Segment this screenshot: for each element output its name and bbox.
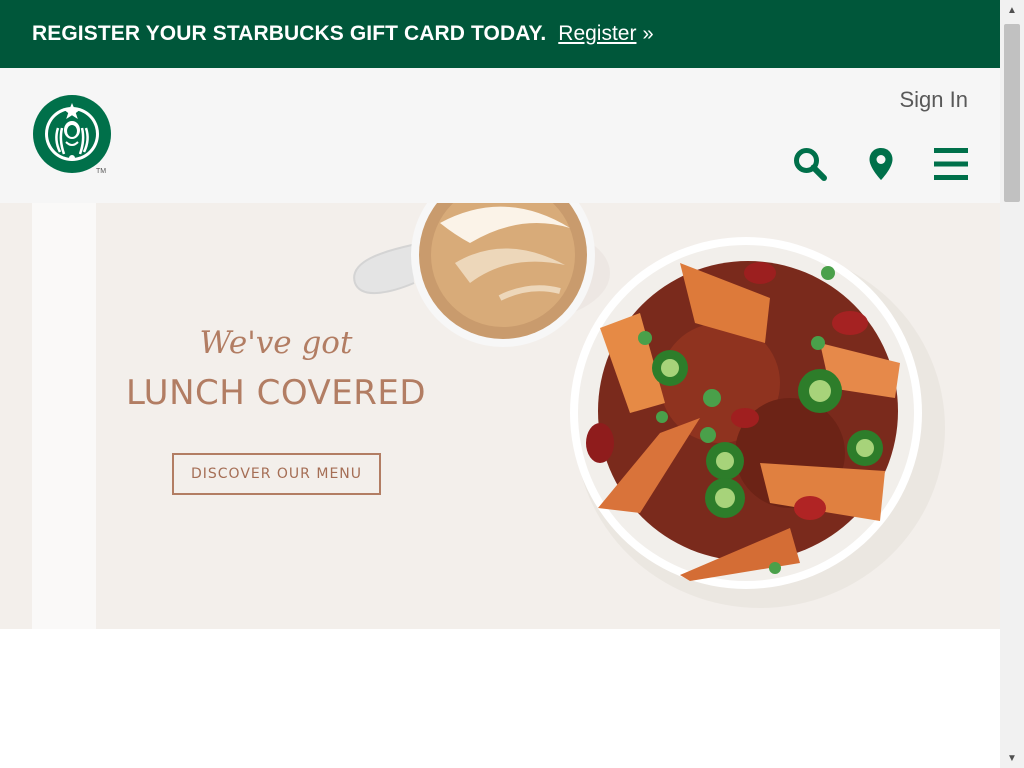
scroll-up-arrow[interactable]: ▲ (1000, 0, 1024, 20)
vertical-scrollbar[interactable]: ▲ ▼ (1000, 0, 1024, 768)
location-pin-icon (869, 148, 893, 180)
page: REGISTER YOUR STARBUCKS GIFT CARD TODAY.… (0, 0, 1000, 768)
hero-title: LUNCH COVERED (125, 373, 427, 413)
promo-text: REGISTER YOUR STARBUCKS GIFT CARD TODAY. (32, 22, 547, 45)
discover-menu-button[interactable]: DISCOVER OUR MENU (172, 453, 381, 495)
register-link[interactable]: Register (558, 22, 636, 46)
chili-bowl (570, 237, 945, 608)
hamburger-menu-icon (934, 148, 968, 180)
hero-kicker: We've got (199, 325, 353, 361)
scroll-down-arrow[interactable]: ▼ (1000, 748, 1024, 768)
starbucks-logo[interactable] (32, 94, 112, 174)
site-header: TM Sign In (0, 68, 1000, 203)
search-icon (794, 148, 827, 181)
promo-banner: REGISTER YOUR STARBUCKS GIFT CARD TODAY.… (0, 0, 1000, 68)
hero-image (353, 203, 945, 608)
menu-button[interactable] (932, 146, 970, 182)
promo-arrow: » (642, 22, 654, 45)
hero-banner: We've got LUNCH COVERED DISCOVER OUR MEN… (0, 203, 1000, 629)
scroll-thumb[interactable] (1004, 24, 1020, 202)
store-locator-button[interactable] (866, 146, 896, 182)
search-button[interactable] (792, 146, 828, 182)
sign-in-link[interactable]: Sign In (900, 87, 969, 113)
trademark-symbol: TM (96, 168, 107, 175)
